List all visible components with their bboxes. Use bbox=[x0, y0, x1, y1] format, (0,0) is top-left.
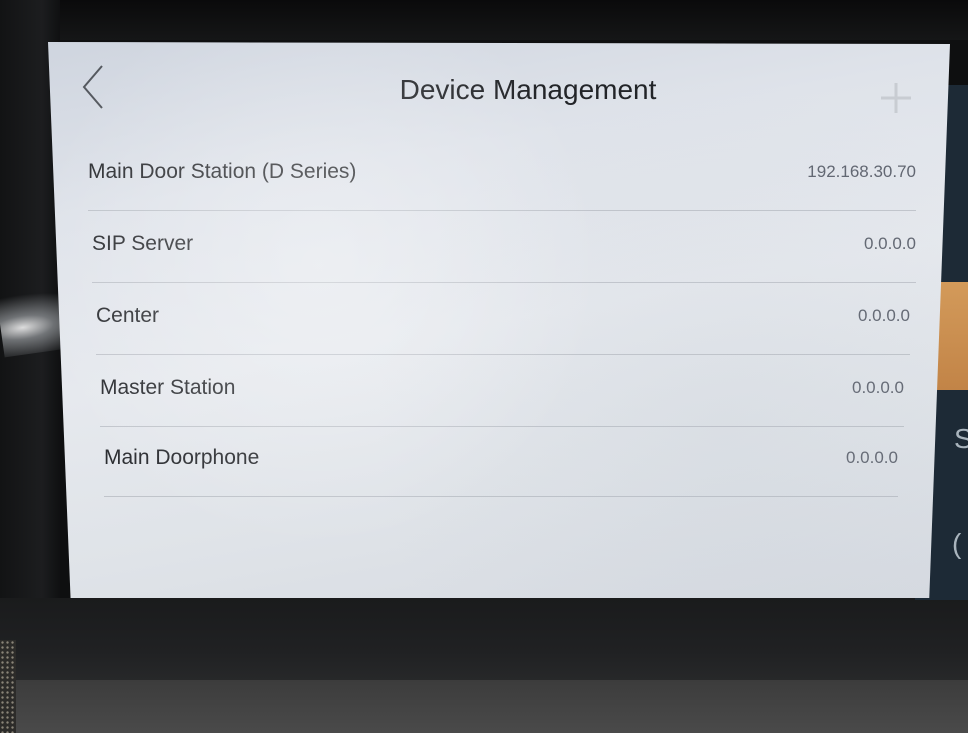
device-ip: 0.0.0.0 bbox=[846, 448, 898, 467]
chevron-left-icon bbox=[82, 65, 103, 109]
page-title: Device Management bbox=[399, 74, 657, 105]
device-row-main-doorphone[interactable]: Main Doorphone 0.0.0.0 bbox=[104, 426, 898, 497]
header-bar: Device Management bbox=[48, 42, 950, 144]
device-name: Master Station bbox=[100, 376, 236, 399]
device-name: Main Doorphone bbox=[104, 446, 260, 469]
device-ip: 192.168.30.70 bbox=[807, 162, 916, 181]
device-row-master-station[interactable]: Master Station 0.0.0.0 bbox=[100, 356, 904, 427]
device-row-main-door-station[interactable]: Main Door Station (D Series) 192.168.30.… bbox=[88, 140, 916, 211]
device-row-center[interactable]: Center 0.0.0.0 bbox=[96, 284, 910, 355]
device-base-strip bbox=[0, 680, 968, 733]
device-ip: 0.0.0.0 bbox=[858, 306, 910, 325]
add-device-button[interactable] bbox=[878, 80, 914, 116]
device-management-screen: Device Management Main Door Station (D S… bbox=[48, 42, 950, 598]
device-bezel-top bbox=[0, 0, 968, 40]
back-button[interactable] bbox=[76, 62, 116, 112]
device-row-sip-server[interactable]: SIP Server 0.0.0.0 bbox=[92, 212, 916, 283]
adjacent-panel-glyph: S bbox=[954, 423, 968, 454]
device-name: SIP Server bbox=[92, 232, 194, 255]
device-name: Center bbox=[96, 304, 160, 327]
speaker-grille bbox=[0, 640, 16, 733]
device-ip: 0.0.0.0 bbox=[852, 378, 904, 397]
device-ip: 0.0.0.0 bbox=[864, 234, 916, 253]
device-name: Main Door Station (D Series) bbox=[88, 160, 357, 183]
adjacent-panel-icon: ( bbox=[952, 528, 962, 559]
plus-icon bbox=[881, 83, 911, 113]
